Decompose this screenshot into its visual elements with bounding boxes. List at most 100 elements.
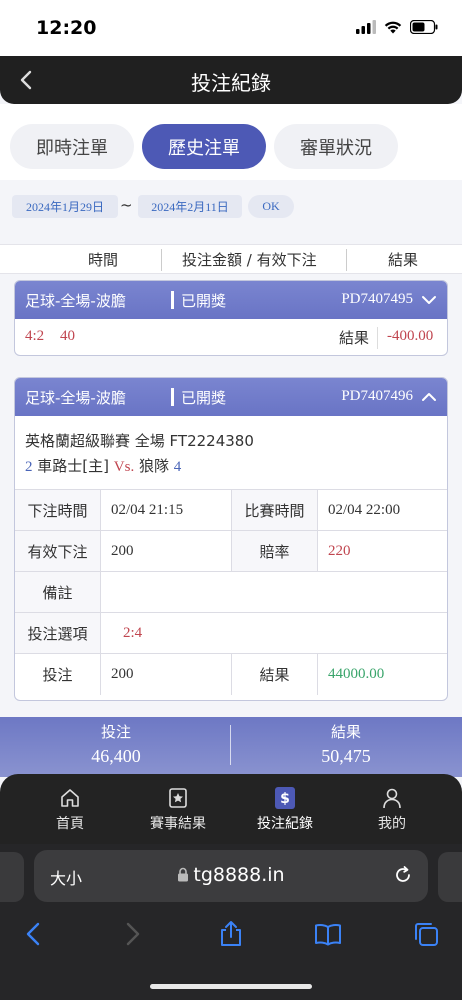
tabs-icon[interactable] bbox=[412, 920, 440, 948]
remark-value bbox=[101, 572, 447, 612]
bet-card-header[interactable]: 足球-全場-波膽 已開獎 PD7407496 bbox=[15, 378, 447, 416]
valid-bet-value: 200 bbox=[101, 531, 232, 571]
summary-amount: 40 bbox=[60, 328, 75, 344]
total-bet-value: 46,400 bbox=[91, 746, 141, 766]
browser-toolbar: 大小 tg8888.in bbox=[0, 844, 462, 1000]
valid-bet-label: 有效下注 bbox=[15, 531, 101, 571]
away-score: 4 bbox=[173, 459, 182, 475]
match-time-label: 比賽時間 bbox=[232, 490, 318, 530]
stake-label: 投注 bbox=[15, 654, 101, 695]
detail-row: 有效下注 200 賠率 220 bbox=[15, 531, 447, 572]
nav-home-label: 首頁 bbox=[56, 816, 84, 832]
result-value: 44000.00 bbox=[328, 666, 385, 682]
status-divider bbox=[171, 388, 174, 406]
bet-option-label: 投注選項 bbox=[15, 613, 101, 653]
nav-profile[interactable]: 我的 bbox=[342, 786, 442, 833]
page-title: 投注紀錄 bbox=[191, 71, 271, 95]
total-bet-label: 投注 bbox=[100, 723, 131, 741]
league-name: 英格蘭超級聯賽 全場 FT2224380 bbox=[25, 432, 254, 450]
bet-time-value: 02/04 21:15 bbox=[101, 490, 232, 530]
total-bet: 投注 46,400 bbox=[16, 721, 216, 767]
home-indicator bbox=[150, 984, 312, 989]
tab-live-bets[interactable]: 即時注單 bbox=[10, 124, 134, 169]
total-result: 結果 50,475 bbox=[246, 721, 446, 767]
dollar-ticket-icon: $ bbox=[275, 787, 295, 809]
signal-icon bbox=[356, 20, 376, 34]
battery-icon bbox=[410, 20, 438, 34]
nav-profile-label: 我的 bbox=[378, 816, 406, 832]
bet-status: 已開獎 bbox=[181, 292, 227, 310]
summary-score: 4:2 bbox=[25, 328, 45, 344]
ok-button[interactable]: OK bbox=[248, 195, 294, 218]
stake-value: 200 bbox=[101, 654, 232, 695]
bookmarks-icon[interactable] bbox=[314, 920, 342, 948]
address-bar[interactable]: 大小 tg8888.in bbox=[34, 850, 428, 902]
bet-id: PD7407495 bbox=[341, 291, 413, 307]
date-filter: 2024年1月29日 ~ 2024年2月11日 OK bbox=[0, 180, 462, 244]
odds-value: 220 bbox=[328, 542, 351, 559]
bet-card-header[interactable]: 足球-全場-波膽 已開獎 PD7407495 bbox=[15, 281, 447, 319]
url-display[interactable]: tg8888.in bbox=[34, 864, 428, 886]
vs-label: Vs. bbox=[113, 459, 135, 475]
column-header: 時間 投注金額 / 有效下注 結果 bbox=[0, 244, 462, 274]
tab-review-status[interactable]: 審單狀況 bbox=[274, 124, 398, 169]
nav-header: 投注紀錄 bbox=[0, 56, 462, 104]
home-icon bbox=[61, 789, 79, 807]
star-bookmark-icon bbox=[169, 788, 187, 808]
column-time: 時間 bbox=[88, 251, 119, 269]
column-divider bbox=[346, 249, 347, 271]
tab-history-bets[interactable]: 歷史注單 bbox=[142, 124, 266, 169]
svg-text:$: $ bbox=[280, 791, 290, 807]
column-divider bbox=[161, 249, 162, 271]
end-date-field[interactable]: 2024年2月11日 bbox=[138, 195, 242, 218]
column-amount: 投注金額 / 有效下注 bbox=[182, 251, 317, 269]
reload-icon[interactable] bbox=[392, 864, 414, 886]
forward-arrow-icon[interactable] bbox=[118, 920, 146, 948]
detail-row: 投注 200 結果 44000.00 bbox=[15, 654, 447, 695]
bet-time-label: 下注時間 bbox=[15, 490, 101, 530]
totals-divider bbox=[230, 725, 231, 765]
home-score: 2 bbox=[25, 459, 33, 475]
total-result-value: 50,475 bbox=[321, 746, 371, 766]
status-icons bbox=[356, 20, 438, 34]
detail-row: 下注時間 02/04 21:15 比賽時間 02/04 22:00 bbox=[15, 490, 447, 531]
bet-card[interactable]: 足球-全場-波膽 已開獎 PD7407496 英格蘭超級聯賽 全場 FT2224… bbox=[14, 377, 448, 701]
url-text: tg8888.in bbox=[193, 864, 285, 886]
result-label: 結果 bbox=[232, 654, 318, 695]
nav-home[interactable]: 首頁 bbox=[20, 786, 120, 833]
detail-row: 備註 bbox=[15, 572, 447, 613]
wifi-icon bbox=[384, 21, 402, 34]
away-team: 狼隊 bbox=[138, 457, 169, 475]
next-tab-edge[interactable] bbox=[438, 852, 462, 902]
previous-tab-edge[interactable] bbox=[0, 852, 24, 902]
status-divider bbox=[171, 291, 174, 309]
nav-bet-records-label: 投注紀錄 bbox=[257, 816, 313, 832]
summary-divider bbox=[377, 327, 378, 349]
summary-result-label: 結果 bbox=[339, 329, 370, 347]
status-bar: 12:20 bbox=[0, 0, 462, 56]
nav-match-results[interactable]: 賽事結果 bbox=[128, 786, 228, 833]
bet-category: 足球-全場-波膽 bbox=[25, 292, 126, 310]
share-icon[interactable] bbox=[217, 920, 245, 948]
person-icon bbox=[383, 788, 401, 809]
match-league: 英格蘭超級聯賽 全場 FT2224380 bbox=[15, 416, 447, 454]
status-time: 12:20 bbox=[36, 17, 97, 39]
totals-bar: 投注 46,400 結果 50,475 bbox=[0, 717, 462, 777]
home-team: 車路士[主] bbox=[37, 457, 109, 475]
bottom-nav: 首頁 賽事結果 $ 投注紀錄 我的 bbox=[0, 774, 462, 844]
bet-detail-table: 下注時間 02/04 21:15 比賽時間 02/04 22:00 有效下注 2… bbox=[15, 489, 447, 695]
start-date-field[interactable]: 2024年1月29日 bbox=[12, 195, 118, 218]
remark-label: 備註 bbox=[15, 572, 101, 612]
bet-card[interactable]: 足球-全場-波膽 已開獎 PD7407495 4:2 40 結果 -400.00 bbox=[14, 280, 448, 356]
back-arrow-icon[interactable] bbox=[20, 920, 48, 948]
chevron-down-icon[interactable] bbox=[421, 292, 437, 308]
tab-bar: 即時注單 歷史注單 審單狀況 bbox=[0, 104, 462, 180]
lock-icon bbox=[178, 867, 189, 882]
odds-label: 賠率 bbox=[232, 531, 318, 571]
match-time-value: 02/04 22:00 bbox=[328, 501, 401, 518]
detail-row: 投注選項 2:4 bbox=[15, 613, 447, 654]
nav-bet-records[interactable]: $ 投注紀錄 bbox=[235, 786, 335, 833]
chevron-up-icon[interactable] bbox=[421, 389, 437, 405]
date-separator: ~ bbox=[120, 196, 133, 214]
column-result: 結果 bbox=[388, 251, 419, 269]
